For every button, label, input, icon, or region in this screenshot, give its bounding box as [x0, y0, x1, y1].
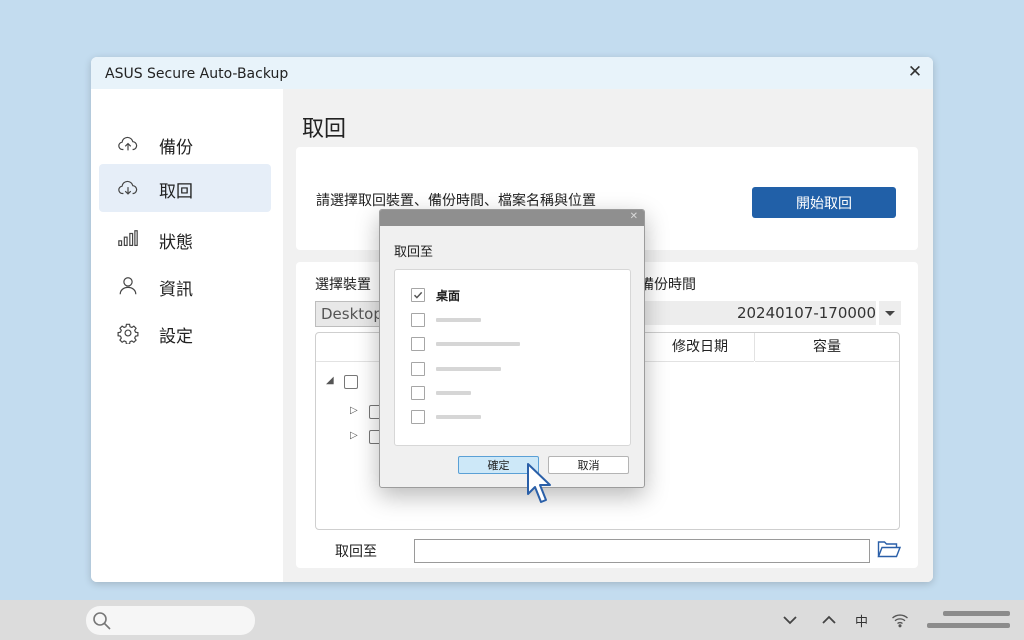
sidebar-item-label: 狀態	[159, 233, 193, 253]
dialog-title-bar: ✕	[380, 210, 644, 226]
destination-option[interactable]	[411, 385, 611, 401]
tree-checkbox[interactable]	[344, 375, 358, 389]
restore-to-label: 取回至	[335, 544, 377, 560]
chevron-down-icon[interactable]	[878, 301, 901, 325]
sidebar-item-label: 取回	[159, 182, 193, 202]
column-header-size[interactable]: 容量	[755, 333, 899, 362]
taskbar: 中	[0, 600, 1024, 640]
destination-option[interactable]	[411, 409, 611, 425]
tree-expand-icon[interactable]: ▷	[350, 405, 358, 416]
cancel-button[interactable]: 取消	[548, 456, 629, 474]
sidebar-item-settings[interactable]: 設定	[99, 309, 271, 357]
title-bar: ASUS Secure Auto-Backup ✕	[91, 57, 933, 89]
tree-expand-icon[interactable]: ▷	[350, 430, 358, 441]
sidebar-item-backup[interactable]: 備份	[99, 120, 271, 168]
destination-option[interactable]	[411, 361, 611, 377]
restore-path-input[interactable]	[414, 539, 870, 563]
backup-time-dropdown[interactable]: 20240107-170000	[636, 301, 876, 325]
backup-time-label: 備份時間	[640, 277, 696, 293]
restore-to-dialog: ✕ 取回至 桌面 確定 取消	[379, 209, 645, 488]
column-header-modified[interactable]: 修改日期	[646, 333, 754, 362]
window-title: ASUS Secure Auto-Backup	[105, 66, 289, 82]
sidebar-item-info[interactable]: 資訊	[99, 262, 271, 310]
sidebar-item-label: 備份	[159, 138, 193, 158]
placeholder-text-bar	[436, 318, 481, 322]
instruction-text: 請選擇取回裝置、備份時間、檔案名稱與位置	[316, 193, 596, 209]
sidebar-item-label: 設定	[159, 327, 193, 347]
bar-chart-icon	[118, 230, 138, 247]
user-icon	[119, 277, 137, 295]
chevron-down-icon[interactable]	[781, 612, 799, 628]
chevron-up-icon[interactable]	[820, 612, 838, 628]
clock-placeholder-line	[943, 611, 1010, 616]
checkbox[interactable]	[411, 362, 425, 376]
page-title: 取回	[302, 117, 347, 142]
sidebar: 備份 取回 狀態 資訊 設定	[91, 89, 283, 582]
close-button[interactable]: ✕	[905, 62, 925, 82]
dialog-close-button[interactable]: ✕	[630, 211, 638, 222]
destination-option[interactable]	[411, 336, 611, 352]
sidebar-item-status[interactable]: 狀態	[99, 215, 271, 263]
wifi-icon[interactable]	[891, 612, 909, 628]
search-icon	[93, 612, 111, 630]
placeholder-text-bar	[436, 391, 471, 395]
folder-open-icon[interactable]	[877, 539, 901, 559]
destination-option[interactable]	[411, 312, 611, 328]
option-label: 桌面	[436, 289, 461, 303]
sidebar-item-label: 資訊	[159, 280, 193, 300]
mouse-pointer-icon	[527, 463, 551, 503]
cloud-upload-icon	[118, 136, 138, 151]
checkbox[interactable]	[411, 410, 425, 424]
checkbox[interactable]	[411, 386, 425, 400]
backup-time-value: 20240107-170000	[736, 304, 876, 322]
destination-option-desktop[interactable]: 桌面	[411, 287, 611, 303]
start-restore-button[interactable]: 開始取回	[752, 187, 896, 218]
select-device-label: 選擇裝置	[315, 277, 371, 293]
checkbox[interactable]	[411, 313, 425, 327]
checkbox[interactable]	[411, 337, 425, 351]
gear-icon	[117, 323, 139, 344]
date-placeholder-line	[927, 623, 1010, 628]
placeholder-text-bar	[436, 342, 520, 346]
cloud-download-icon	[118, 180, 138, 195]
placeholder-text-bar	[436, 415, 481, 419]
placeholder-text-bar	[436, 367, 501, 371]
checkmark-icon	[413, 291, 423, 299]
sidebar-item-restore[interactable]: 取回	[99, 164, 271, 212]
checkbox-checked[interactable]	[411, 288, 425, 302]
ime-indicator[interactable]: 中	[855, 611, 868, 630]
dialog-label: 取回至	[394, 245, 434, 260]
tree-collapse-icon[interactable]: ◢	[326, 375, 334, 386]
destination-list: 桌面	[394, 269, 631, 446]
